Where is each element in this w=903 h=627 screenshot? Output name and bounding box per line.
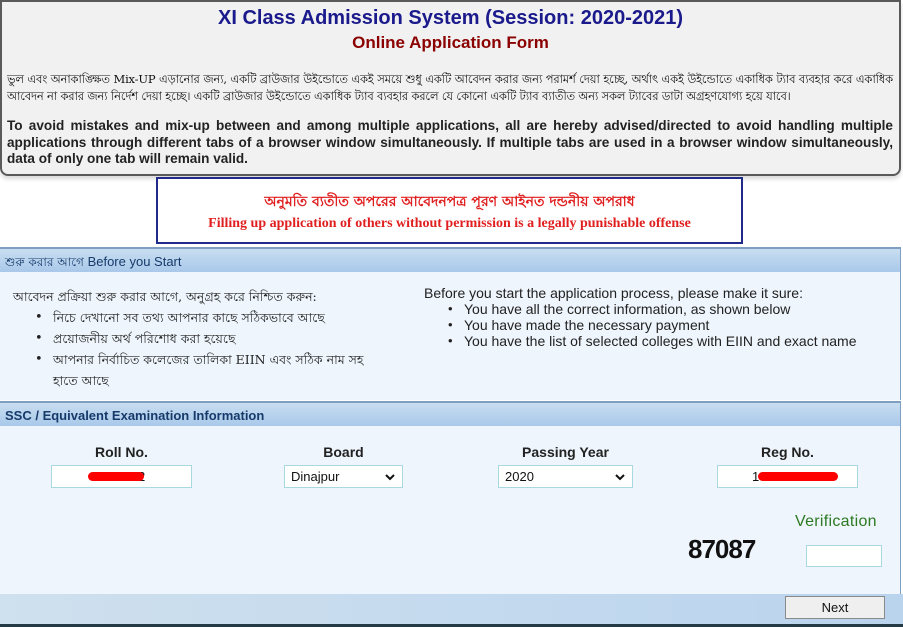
notice-english: To avoid mistakes and mix-up between and… [7,118,893,166]
before-start-heading-english: Before you Start [87,254,182,269]
notice-bengali: ভুল এবং অনাকাঙ্ক্ষিত Mix-UP এড়ানোর জন্য… [7,72,893,103]
checklist-bengali: আবেদন প্রক্রিয়া শুরু করার আগে, অনুগ্রহ … [13,286,383,391]
bullet-icon: • [35,310,43,325]
checklist-item: • নিচে দেখানো সব তথ্য আপনার কাছে সঠিকভাবে… [13,307,383,328]
checklist-item: • You have made the necessary payment [448,317,710,333]
checklist-english: Before you start the application process… [424,285,894,349]
passing-year-label: Passing Year [522,444,609,460]
checklist-item: • প্রয়োজনীয় অর্থ পরিশোধ করা হয়েছে [13,328,383,349]
checklist-intro-english: Before you start the application process… [424,285,803,301]
reg-input[interactable]: 1 [717,465,858,488]
ssc-info-header: SSC / Equivalent Examination Information [0,401,901,426]
board-selected-value: Dinajpur [291,469,340,484]
legal-warning-box: অনুমতি ব্যতীত অপরের আবেদনপত্র পূরণ আইনত … [156,177,743,244]
board-label: Board [323,444,364,460]
checklist-item: • You have the list of selected colleges … [448,333,857,349]
page-subtitle: Online Application Form [352,33,549,52]
before-start-header: শুরু করার আগে Before you Start [0,247,901,272]
bullet-icon: • [448,317,453,332]
checklist-intro-bengali: আবেদন প্রক্রিয়া শুরু করার আগে, অনুগ্রহ … [13,289,317,304]
chevron-down-icon [615,470,625,487]
ssc-info-panel: Roll No. 2 Board Dinajpur Passing Year 2… [0,426,901,594]
verification-input[interactable] [806,545,882,567]
passing-year-selected-value: 2020 [505,469,534,484]
before-start-panel: আবেদন প্রক্রিয়া শুরু করার আগে, অনুগ্রহ … [0,272,901,400]
chevron-down-icon [385,470,395,487]
passing-year-select[interactable]: 2020 [498,465,633,488]
roll-label: Roll No. [95,444,148,460]
roll-input[interactable]: 2 [51,465,192,488]
page-title: XI Class Admission System (Session: 2020… [217,7,684,29]
redaction-mark [88,472,144,481]
legal-warning-english: Filling up application of others without… [208,216,691,231]
notice-card: XI Class Admission System (Session: 2020… [0,0,901,176]
next-button[interactable]: Next [785,596,885,619]
form-footer: Next [0,594,903,624]
bullet-icon: • [35,331,43,346]
bullet-icon: • [35,352,43,367]
bullet-icon: • [448,333,453,348]
checklist-item: • আপনার নির্বাচিত কলেজের তালিকা EIIN এবং … [13,349,383,391]
reg-label: Reg No. [761,444,814,460]
captcha-code: 87087 [688,534,756,564]
checklist-item: • You have all the correct information, a… [448,301,791,317]
redaction-mark [758,472,838,481]
board-select[interactable]: Dinajpur [284,465,403,488]
verification-label: Verification [795,513,877,530]
legal-warning-bengali: অনুমতি ব্যতীত অপরের আবেদনপত্র পূরণ আইনত … [264,194,635,210]
before-start-heading-bengali: শুরু করার আগে [5,255,84,269]
bullet-icon: • [448,301,453,316]
